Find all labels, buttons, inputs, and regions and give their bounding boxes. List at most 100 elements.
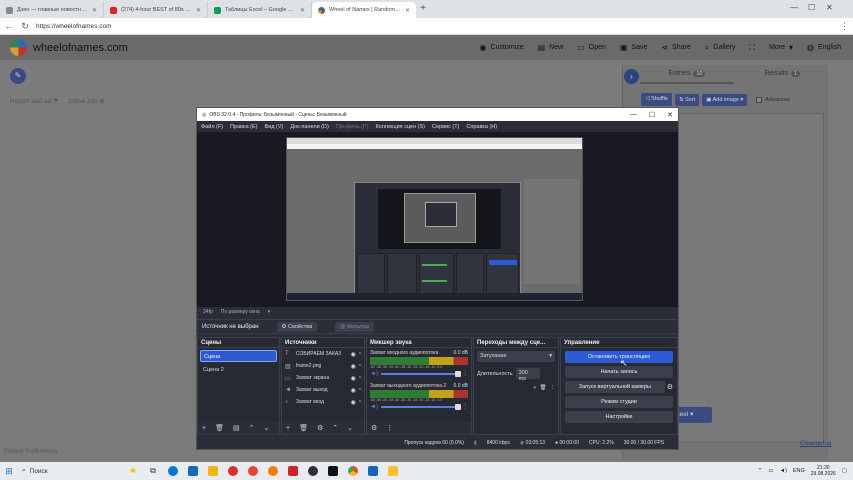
edge-icon[interactable]: [163, 462, 183, 480]
eye-icon[interactable]: ◉: [351, 351, 356, 358]
sort-button[interactable]: ⇅ Sort: [674, 93, 700, 106]
start-recording-button[interactable]: Начать запись: [565, 366, 673, 378]
close-icon[interactable]: ✕: [405, 7, 410, 14]
menu-view[interactable]: Вид (V): [265, 124, 284, 130]
scene-filter-icon[interactable]: ▤: [233, 424, 240, 432]
volume-slider[interactable]: [380, 370, 461, 377]
browser-tab-wheel[interactable]: Wheel of Names | Random name ✕: [312, 2, 416, 18]
network-icon[interactable]: ▭: [768, 468, 773, 474]
fullscreen-button[interactable]: ⛶: [749, 43, 755, 53]
close-window-button[interactable]: ✕: [826, 3, 833, 12]
tab-entries[interactable]: Entries 10: [640, 70, 734, 84]
yandex-icon[interactable]: [223, 462, 243, 480]
close-ads-link[interactable]: Close ads: [69, 98, 98, 105]
chrome-icon[interactable]: [343, 462, 363, 480]
eye-icon[interactable]: ◉: [351, 399, 356, 406]
new-tab-button[interactable]: +: [416, 2, 430, 18]
trash-icon[interactable]: 🗑: [540, 385, 547, 391]
app-red-icon[interactable]: [283, 462, 303, 480]
widgets-icon[interactable]: ✷: [123, 462, 143, 480]
eye-icon[interactable]: ◉: [351, 363, 356, 370]
up-arrow-icon[interactable]: ⌃: [249, 424, 255, 432]
report-bad-ad-link[interactable]: Report bad ad: [10, 98, 51, 105]
mail-icon[interactable]: [183, 462, 203, 480]
trash-icon[interactable]: 🗑: [215, 424, 224, 432]
gear-icon[interactable]: ⚙: [667, 383, 673, 391]
source-item[interactable]: ◄ Захват выход ◉ ▫: [282, 384, 364, 396]
more-icon[interactable]: ⋮: [462, 370, 468, 377]
shuffle-button[interactable]: ⤨ Shuffle: [641, 93, 672, 106]
lock-icon[interactable]: ▫: [359, 399, 361, 405]
gear-icon[interactable]: ⚙: [317, 424, 323, 432]
more-button[interactable]: More ▾: [769, 43, 793, 52]
gear-icon[interactable]: ⚙: [371, 424, 377, 432]
filters-button[interactable]: ▥ Фильтры: [335, 321, 375, 332]
app-yellow-icon[interactable]: [383, 462, 403, 480]
more-icon[interactable]: ⋮: [462, 403, 468, 410]
speaker-icon[interactable]: ◄): [370, 404, 378, 410]
tab-results[interactable]: Results 1: [740, 70, 825, 84]
app-orange-icon[interactable]: [263, 462, 283, 480]
browser-tab-youtube[interactable]: (274) 4-hour BEST of 80s Dance ✕: [104, 2, 208, 18]
menu-docks[interactable]: Док-панели (D): [290, 124, 328, 130]
source-item[interactable]: ▭ Захват экрана ◉ ▫: [282, 372, 364, 384]
menu-help[interactable]: Справка (H): [466, 124, 497, 130]
volume-icon[interactable]: ◄): [780, 468, 787, 474]
menu-scene-collection[interactable]: Коллекция сцен (S): [375, 124, 425, 130]
properties-button[interactable]: ⚙ Свойства: [276, 321, 318, 332]
menu-edit[interactable]: Правка (E): [230, 124, 257, 130]
pencil-icon[interactable]: ✎: [10, 68, 26, 84]
language-button[interactable]: ◍ English: [807, 43, 841, 52]
open-button[interactable]: ▭ Open: [577, 43, 606, 52]
new-button[interactable]: ▤ New: [538, 43, 564, 52]
speaker-icon[interactable]: ◄): [370, 371, 378, 377]
scene-item[interactable]: Сцена 2: [200, 364, 277, 376]
notification-icon[interactable]: ▢: [842, 468, 847, 474]
advanced-checkbox[interactable]: Advanced: [756, 96, 790, 103]
reload-icon[interactable]: ↻: [20, 21, 30, 32]
source-item[interactable]: ♪ Захват вход ◉ ▫: [282, 396, 364, 408]
duration-input[interactable]: 300 ms: [515, 368, 540, 382]
taskbar-search[interactable]: ⌕ Поиск: [18, 464, 123, 478]
minimize-button[interactable]: —: [790, 3, 798, 12]
back-arrow-icon[interactable]: ←: [4, 21, 14, 31]
preview-fps[interactable]: 34fp: [203, 309, 213, 315]
browser-menu-icon[interactable]: ⋮: [840, 21, 849, 32]
obs-preview[interactable]: [197, 132, 678, 307]
obs-icon[interactable]: [303, 462, 323, 480]
explorer-icon[interactable]: [203, 462, 223, 480]
collapse-panel-button[interactable]: ›: [624, 69, 639, 84]
add-icon[interactable]: +: [533, 385, 536, 391]
transition-select[interactable]: Затухание ▾: [477, 351, 555, 362]
maximize-button[interactable]: ☐: [649, 111, 655, 119]
customize-button[interactable]: ◉ Customize: [480, 43, 524, 52]
close-icon[interactable]: ✕: [300, 7, 305, 14]
menu-profile[interactable]: Профиль (P): [336, 124, 369, 130]
url-field[interactable]: https://wheelofnames.com: [36, 23, 834, 30]
volume-slider[interactable]: [380, 403, 461, 410]
start-button[interactable]: ⊞: [0, 466, 18, 477]
maximize-button[interactable]: ☐: [808, 3, 815, 12]
lock-icon[interactable]: ▫: [359, 387, 361, 393]
menu-tools[interactable]: Сервис (T): [432, 124, 459, 130]
source-item[interactable]: ▧ frame2.png ◉ ▫: [282, 360, 364, 372]
language-indicator[interactable]: ENG: [793, 468, 805, 474]
browser-tab-sheets[interactable]: Таблицы Excel – Google Таблицы ✕: [208, 2, 312, 18]
scene-item[interactable]: Сцена: [200, 350, 277, 362]
slider-handle[interactable]: [455, 370, 461, 377]
stop-streaming-button[interactable]: Остановить трансляцию: [565, 351, 673, 363]
eye-icon[interactable]: ◉: [351, 387, 356, 394]
share-button[interactable]: ⋖ Share: [661, 43, 690, 52]
close-icon[interactable]: ✕: [196, 7, 201, 14]
minimize-button[interactable]: —: [630, 111, 637, 119]
site-name[interactable]: wheelofnames.com: [33, 42, 128, 54]
close-icon[interactable]: ✕: [92, 7, 97, 14]
down-arrow-icon[interactable]: ⌄: [347, 424, 353, 432]
lock-icon[interactable]: ▫: [359, 375, 361, 381]
trash-icon[interactable]: 🗑: [299, 424, 308, 432]
add-image-button[interactable]: ▣ Add image ▾: [702, 93, 748, 106]
down-arrow-icon[interactable]: ⌄: [263, 424, 269, 432]
virtual-camera-button[interactable]: Запуск виртуальной камеры: [565, 381, 665, 393]
settings-button[interactable]: Настройки: [565, 411, 673, 423]
app-blue-icon[interactable]: [363, 462, 383, 480]
